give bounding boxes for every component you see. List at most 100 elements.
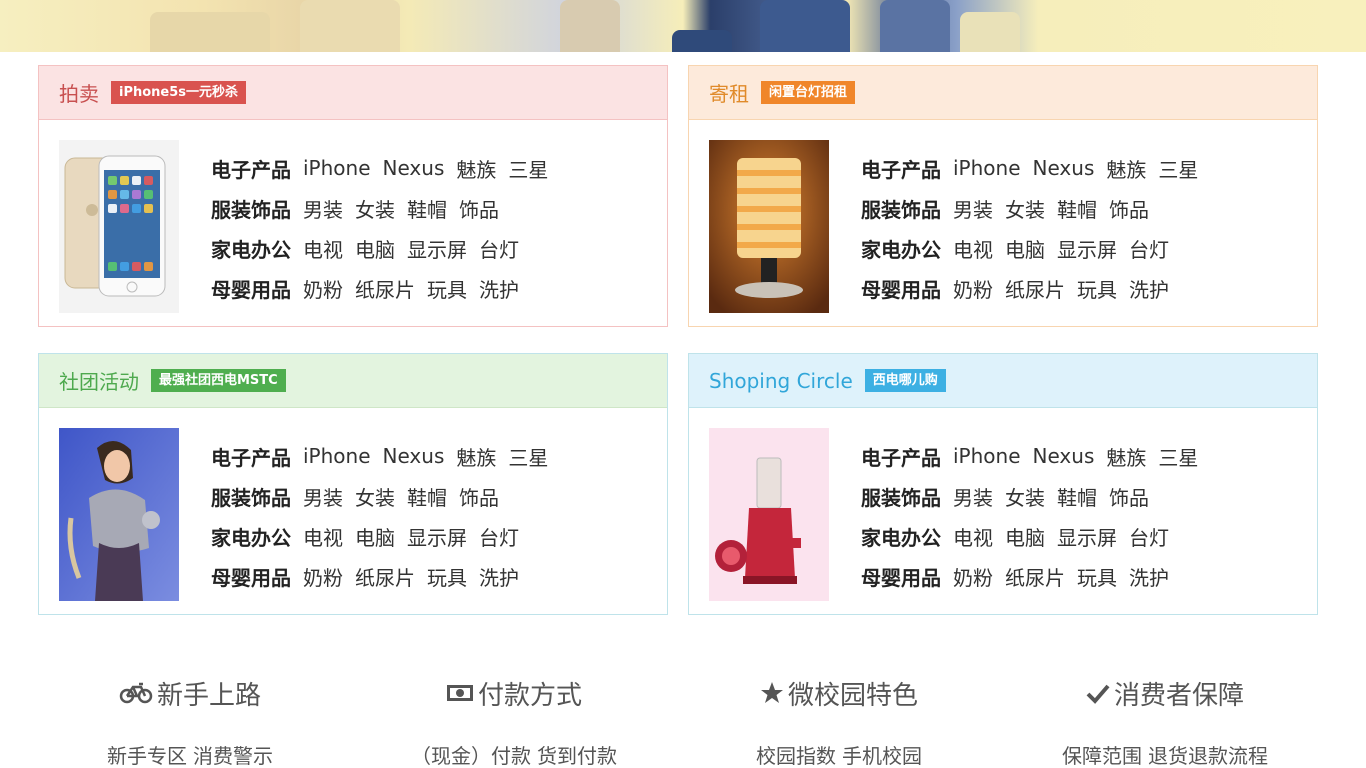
panel-tag[interactable]: 最强社团西电MSTC bbox=[151, 369, 286, 392]
category-link[interactable]: 奶粉 bbox=[303, 274, 343, 303]
category-link[interactable]: Nexus bbox=[383, 444, 445, 468]
category-name[interactable]: 家电办公 bbox=[861, 234, 941, 263]
category-link[interactable]: 电视 bbox=[303, 522, 343, 551]
category-name[interactable]: 母婴用品 bbox=[861, 562, 941, 591]
footer-link[interactable]: （现金）付款 bbox=[411, 744, 531, 768]
category-link[interactable]: 显示屏 bbox=[407, 522, 467, 551]
footer-link[interactable]: 手机校园 bbox=[842, 744, 922, 768]
category-link[interactable]: 饰品 bbox=[459, 194, 499, 223]
category-name[interactable]: 服装饰品 bbox=[861, 482, 941, 511]
category-link[interactable]: 饰品 bbox=[1109, 194, 1149, 223]
category-name[interactable]: 服装饰品 bbox=[211, 482, 291, 511]
category-name[interactable]: 母婴用品 bbox=[211, 274, 291, 303]
category-name[interactable]: 服装饰品 bbox=[861, 194, 941, 223]
category-name[interactable]: 母婴用品 bbox=[211, 562, 291, 591]
category-name[interactable]: 母婴用品 bbox=[861, 274, 941, 303]
category-link[interactable]: 魅族 bbox=[1106, 154, 1146, 183]
category-link[interactable]: 鞋帽 bbox=[1057, 194, 1097, 223]
category-link[interactable]: 三星 bbox=[508, 154, 548, 183]
category-link[interactable]: 电视 bbox=[953, 522, 993, 551]
category-link[interactable]: 女装 bbox=[355, 194, 395, 223]
category-link[interactable]: 玩具 bbox=[1077, 274, 1117, 303]
category-link[interactable]: 男装 bbox=[303, 482, 343, 511]
category-link[interactable]: 男装 bbox=[303, 194, 343, 223]
category-link[interactable]: 玩具 bbox=[1077, 562, 1117, 591]
category-link[interactable]: 鞋帽 bbox=[1057, 482, 1097, 511]
category-link[interactable]: 女装 bbox=[1005, 482, 1045, 511]
category-name[interactable]: 家电办公 bbox=[211, 522, 291, 551]
category-link[interactable]: 饰品 bbox=[1109, 482, 1149, 511]
category-link[interactable]: 三星 bbox=[508, 442, 548, 471]
category-link[interactable]: 饰品 bbox=[459, 482, 499, 511]
panel-tag[interactable]: iPhone5s一元秒杀 bbox=[111, 81, 247, 104]
category-link[interactable]: 女装 bbox=[1005, 194, 1045, 223]
category-link[interactable]: 纸尿片 bbox=[1005, 274, 1065, 303]
category-link[interactable]: 魅族 bbox=[456, 154, 496, 183]
category-link[interactable]: 男装 bbox=[953, 482, 993, 511]
category-link[interactable]: 电视 bbox=[303, 234, 343, 263]
category-name[interactable]: 电子产品 bbox=[861, 154, 941, 183]
category-link[interactable]: 电视 bbox=[953, 234, 993, 263]
category-link[interactable]: 女装 bbox=[355, 482, 395, 511]
panel-title[interactable]: 社团活动 bbox=[59, 366, 139, 395]
category-link[interactable]: 台灯 bbox=[479, 234, 519, 263]
category-link[interactable]: 显示屏 bbox=[1057, 234, 1117, 263]
footer-link[interactable]: 新手专区 bbox=[107, 744, 187, 768]
category-link[interactable]: 电脑 bbox=[355, 522, 395, 551]
category-link[interactable]: 魅族 bbox=[456, 442, 496, 471]
iphone-image[interactable] bbox=[59, 140, 179, 313]
category-link[interactable]: 电脑 bbox=[1005, 234, 1045, 263]
panel-title[interactable]: 寄租 bbox=[709, 78, 749, 107]
category-link[interactable]: 台灯 bbox=[479, 522, 519, 551]
category-name[interactable]: 电子产品 bbox=[211, 442, 291, 471]
panel-tag[interactable]: 西电哪儿购 bbox=[864, 369, 946, 392]
category-link[interactable]: 纸尿片 bbox=[1005, 562, 1065, 591]
category-link[interactable]: 显示屏 bbox=[407, 234, 467, 263]
category-name[interactable]: 电子产品 bbox=[211, 154, 291, 183]
category-name[interactable]: 家电办公 bbox=[211, 234, 291, 263]
category-link[interactable]: 台灯 bbox=[1129, 234, 1169, 263]
category-link[interactable]: 玩具 bbox=[427, 562, 467, 591]
panel-tag[interactable]: 闲置台灯招租 bbox=[761, 81, 856, 104]
category-link[interactable]: 魅族 bbox=[1106, 442, 1146, 471]
category-link[interactable]: 洗护 bbox=[479, 562, 519, 591]
category-link[interactable]: iPhone bbox=[303, 156, 371, 180]
panel-title[interactable]: Shoping Circle bbox=[709, 369, 853, 393]
footer-link[interactable]: 保障范围 bbox=[1062, 744, 1142, 768]
category-link[interactable]: Nexus bbox=[383, 156, 445, 180]
category-link[interactable]: iPhone bbox=[953, 156, 1021, 180]
category-link[interactable]: 电脑 bbox=[355, 234, 395, 263]
footer-link[interactable]: 校园指数 bbox=[756, 744, 836, 768]
juicer-image[interactable] bbox=[709, 428, 829, 601]
category-link[interactable]: 洗护 bbox=[1129, 274, 1169, 303]
footer-link[interactable]: 货到付款 bbox=[537, 744, 617, 768]
category-link[interactable]: iPhone bbox=[953, 444, 1021, 468]
footer-link[interactable]: 消费警示 bbox=[193, 744, 273, 768]
category-link[interactable]: 电脑 bbox=[1005, 522, 1045, 551]
category-link[interactable]: 男装 bbox=[953, 194, 993, 223]
category-link[interactable]: 三星 bbox=[1158, 154, 1198, 183]
category-link[interactable]: 洗护 bbox=[1129, 562, 1169, 591]
category-link[interactable]: 纸尿片 bbox=[355, 274, 415, 303]
category-link[interactable]: 奶粉 bbox=[953, 562, 993, 591]
footer-link[interactable]: 退货退款流程 bbox=[1148, 744, 1268, 768]
category-link[interactable]: 奶粉 bbox=[953, 274, 993, 303]
category-link[interactable]: 台灯 bbox=[1129, 522, 1169, 551]
category-name[interactable]: 电子产品 bbox=[861, 442, 941, 471]
category-link[interactable]: 纸尿片 bbox=[355, 562, 415, 591]
category-link[interactable]: 玩具 bbox=[427, 274, 467, 303]
category-link[interactable]: 显示屏 bbox=[1057, 522, 1117, 551]
category-link[interactable]: Nexus bbox=[1033, 444, 1095, 468]
category-link[interactable]: 三星 bbox=[1158, 442, 1198, 471]
category-link[interactable]: 洗护 bbox=[479, 274, 519, 303]
category-link[interactable]: 鞋帽 bbox=[407, 194, 447, 223]
category-name[interactable]: 服装饰品 bbox=[211, 194, 291, 223]
category-link[interactable]: Nexus bbox=[1033, 156, 1095, 180]
category-link[interactable]: 鞋帽 bbox=[407, 482, 447, 511]
panel-title[interactable]: 拍卖 bbox=[59, 78, 99, 107]
character-image[interactable] bbox=[59, 428, 179, 601]
lamp-image[interactable] bbox=[709, 140, 829, 313]
category-name[interactable]: 家电办公 bbox=[861, 522, 941, 551]
category-link[interactable]: iPhone bbox=[303, 444, 371, 468]
category-link[interactable]: 奶粉 bbox=[303, 562, 343, 591]
